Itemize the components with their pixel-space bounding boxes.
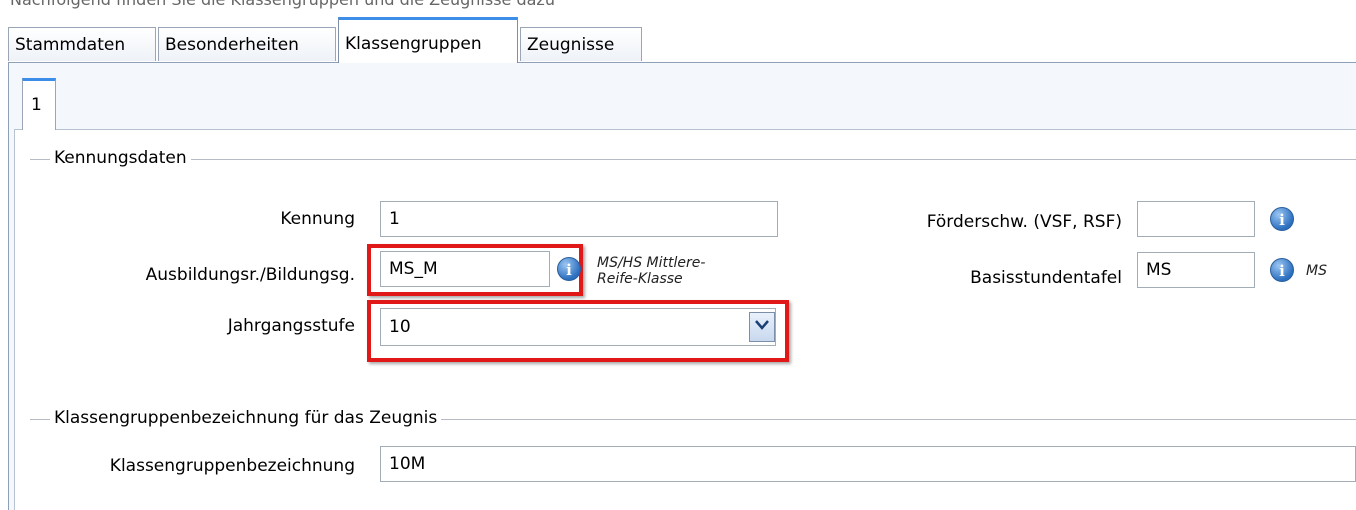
note-line: Reife-Klasse bbox=[597, 271, 683, 287]
subtab-1[interactable]: 1 bbox=[22, 78, 56, 130]
main-tab-bar: Stammdaten Besonderheiten Klassengruppen… bbox=[8, 17, 1356, 63]
info-icon[interactable]: i bbox=[557, 257, 581, 281]
jahrgang-dropdown-button[interactable] bbox=[749, 312, 775, 342]
group-title: Klassengruppenbezeichnung für das Zeugni… bbox=[50, 408, 442, 428]
group-kennungsdaten: Kennungsdaten bbox=[30, 148, 1356, 170]
note-line: MS/HS Mittlere- bbox=[597, 255, 706, 271]
group-title: Kennungsdaten bbox=[50, 148, 191, 168]
subtab-label: 1 bbox=[31, 95, 42, 115]
top-caption: Nachfolgend finden Sie die Klassengruppe… bbox=[10, 0, 555, 9]
info-icon[interactable]: i bbox=[1270, 207, 1294, 231]
jahrgang-select[interactable]: 10 bbox=[380, 308, 776, 346]
info-icon[interactable]: i bbox=[1270, 258, 1294, 282]
jahrgang-label: Jahrgangsstufe bbox=[227, 316, 355, 336]
kennung-label: Kennung bbox=[280, 209, 355, 229]
group-divider bbox=[30, 159, 1356, 160]
tab-klassengruppen[interactable]: Klassengruppen bbox=[338, 17, 518, 63]
basis-input[interactable] bbox=[1137, 252, 1255, 288]
bezeichnung-label: Klassengruppenbezeichnung bbox=[109, 456, 355, 476]
group-zeugnis: Klassengruppenbezeichnung für das Zeugni… bbox=[30, 408, 1356, 430]
tab-label: Klassengruppen bbox=[345, 34, 482, 54]
tab-label: Zeugnisse bbox=[527, 35, 615, 55]
tab-besonderheiten[interactable]: Besonderheiten bbox=[158, 27, 336, 61]
ausbildung-note: MS/HS Mittlere- Reife-Klasse bbox=[597, 255, 705, 287]
basis-note: MS bbox=[1306, 263, 1327, 279]
foerder-input[interactable] bbox=[1137, 201, 1255, 237]
ausbildung-label: Ausbildungsr./Bildungsg. bbox=[145, 265, 355, 285]
chevron-down-icon bbox=[755, 320, 769, 330]
tab-zeugnisse[interactable]: Zeugnisse bbox=[520, 27, 642, 61]
top-caption-strip: Nachfolgend finden Sie die Klassengruppe… bbox=[0, 0, 1356, 14]
ausbildung-input[interactable] bbox=[380, 251, 550, 287]
tab-label: Stammdaten bbox=[15, 35, 126, 55]
tab-label: Besonderheiten bbox=[165, 35, 299, 55]
bezeichnung-input[interactable] bbox=[380, 446, 1356, 482]
jahrgang-value: 10 bbox=[389, 317, 411, 337]
tab-stammdaten[interactable]: Stammdaten bbox=[8, 27, 156, 61]
kennung-input[interactable] bbox=[380, 201, 778, 237]
basis-label: Basisstundentafel bbox=[970, 268, 1122, 288]
foerder-label: Förderschw. (VSF, RSF) bbox=[926, 212, 1122, 232]
